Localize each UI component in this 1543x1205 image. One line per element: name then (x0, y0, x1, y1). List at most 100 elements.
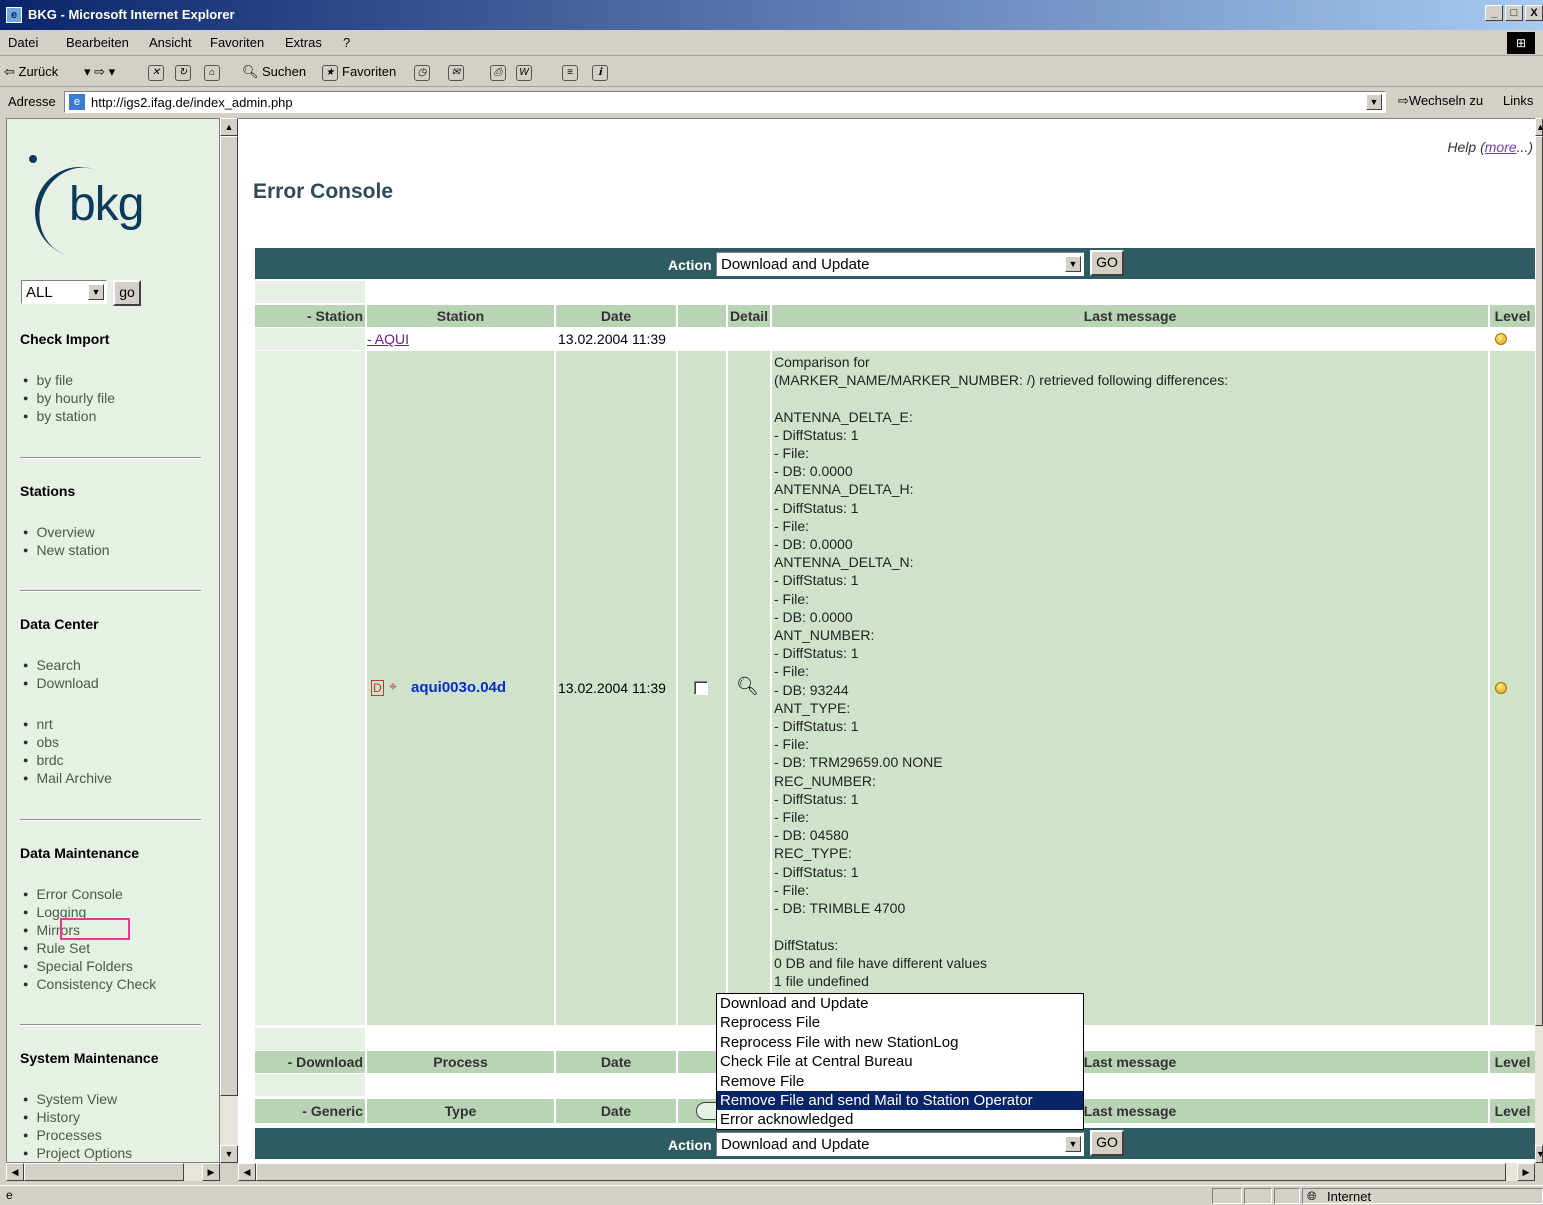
menu-extras[interactable]: Extras (285, 35, 322, 50)
option-reprocess-file[interactable]: Reprocess File (717, 1013, 1083, 1032)
address-dropdown-icon[interactable]: ▼ (1366, 94, 1382, 110)
chevron-down-icon[interactable]: ▼ (88, 284, 104, 300)
go-to-button[interactable]: ⇨Wechseln zu (1398, 93, 1483, 109)
action-select[interactable]: Download and Update ▼ (716, 252, 1084, 276)
history-icon[interactable]: ◷ (414, 64, 430, 81)
project-filter-select[interactable]: ALL ▼ (21, 280, 107, 304)
back-dropdown-icon[interactable]: ▾ ⇨ ▾ (84, 64, 115, 80)
stop-icon[interactable]: ✕ (148, 64, 164, 81)
scroll-left-icon[interactable]: ◀ (6, 1163, 24, 1181)
mail-icon[interactable]: ✉ (448, 64, 464, 81)
nav-item-obs[interactable]: obs (36, 733, 112, 751)
print-icon[interactable]: ⎙ (490, 64, 506, 81)
close-button[interactable]: X (1525, 5, 1543, 21)
address-input[interactable]: e http://igs2.ifag.de/index_admin.php ▼ (64, 91, 1386, 113)
nav-scrollbar[interactable]: ▲ ▼ (220, 118, 238, 1163)
scroll-down-icon[interactable]: ▼ (1535, 1145, 1543, 1163)
scroll-down-icon[interactable]: ▼ (220, 1145, 238, 1163)
option-download-and-update[interactable]: Download and Update (717, 994, 1083, 1013)
nav-item-history[interactable]: History (36, 1108, 132, 1126)
favorites-icon[interactable]: ★ (322, 64, 338, 81)
nav-item-consistency-check[interactable]: Consistency Check (36, 975, 156, 993)
station-link-aqui[interactable]: - AQUI (367, 331, 409, 347)
windows-logo-icon: ⊞ (1507, 32, 1535, 54)
col-station-group[interactable]: - Station (255, 305, 365, 327)
menu-datei[interactable]: Datei (8, 35, 38, 50)
address-url: http://igs2.ifag.de/index_admin.php (91, 95, 293, 110)
main-scroll-thumb[interactable] (1535, 136, 1543, 1026)
minimize-button[interactable]: _ (1485, 5, 1503, 21)
search-icon[interactable]: 🔍︎ (242, 64, 259, 80)
nav-item-system-view[interactable]: System View (36, 1090, 132, 1108)
col-process: Process (367, 1051, 554, 1073)
project-filter-value: ALL (26, 284, 53, 301)
nav-item-brdc[interactable]: brdc (36, 751, 112, 769)
help-text: Help (more...) (1447, 139, 1533, 155)
nav-item-error-console[interactable]: Error Console (36, 885, 156, 903)
search-button[interactable]: Suchen (262, 64, 306, 79)
option-remove-file[interactable]: Remove File (717, 1072, 1083, 1091)
favorites-button[interactable]: Favoriten (342, 64, 396, 79)
main-scrollbar[interactable]: ▲ ▼ (1535, 118, 1543, 1163)
nav-heading-check-import: Check Import (20, 331, 110, 347)
chevron-down-icon[interactable]: ▼ (1065, 1136, 1081, 1152)
scroll-right-icon[interactable]: ▶ (202, 1163, 220, 1181)
nav-item-processes[interactable]: Processes (36, 1126, 132, 1144)
home-icon[interactable]: ⌂ (204, 64, 220, 81)
menu-help[interactable]: ? (343, 35, 350, 50)
scroll-up-icon[interactable]: ▲ (1535, 118, 1543, 136)
back-button[interactable]: ⇦ Zurück (4, 64, 58, 80)
links-button[interactable]: Links (1503, 93, 1533, 108)
messenger-icon[interactable]: ℹ (592, 64, 608, 81)
option-error-acknowledged[interactable]: Error acknowledged (717, 1110, 1083, 1129)
nav-item-search[interactable]: Search (36, 656, 99, 674)
scroll-left-icon[interactable]: ◀ (238, 1163, 256, 1181)
option-remove-file-send-mail[interactable]: Remove File and send Mail to Station Ope… (717, 1090, 1083, 1111)
scroll-up-icon[interactable]: ▲ (220, 118, 238, 136)
chevron-down-icon[interactable]: ▼ (1065, 256, 1081, 272)
action-go-button[interactable]: GO (1090, 1130, 1124, 1156)
row-select-checkbox[interactable] (694, 681, 708, 695)
divider (20, 1024, 201, 1026)
col-download-group[interactable]: - Download (255, 1051, 365, 1073)
filter-go-button[interactable]: go (113, 280, 141, 306)
col-last-message: Last message (772, 305, 1488, 327)
divider (20, 590, 201, 592)
divider (20, 819, 201, 821)
action-select-value: Download and Update (721, 256, 870, 273)
main-hscrollbar[interactable]: ◀ ▶ (238, 1163, 1535, 1181)
nav-item-by-file[interactable]: by file (36, 371, 115, 389)
menu-favoriten[interactable]: Favoriten (210, 35, 264, 50)
nav-item-by-hourly-file[interactable]: by hourly file (36, 389, 115, 407)
nav-item-rule-set[interactable]: Rule Set (36, 939, 156, 957)
scroll-right-icon[interactable]: ▶ (1517, 1163, 1535, 1181)
nav-item-download[interactable]: Download (36, 674, 98, 692)
action-go-button[interactable]: GO (1090, 250, 1124, 276)
discuss-icon[interactable]: ≡ (562, 64, 578, 81)
refresh-icon[interactable]: ↻ (175, 64, 191, 81)
nav-hscrollbar[interactable]: ◀ ▶ (6, 1163, 220, 1181)
nav-item-mail-archive[interactable]: Mail Archive (36, 769, 111, 787)
file-name-link[interactable]: aqui003o.04d (411, 679, 506, 696)
option-reprocess-file-new-stationlog[interactable]: Reprocess File with new StationLog (717, 1033, 1083, 1052)
col-station: Station (367, 305, 554, 327)
col-generic-group[interactable]: - Generic (255, 1099, 365, 1123)
main-hscroll-thumb[interactable] (256, 1163, 1506, 1181)
action-select-bottom[interactable]: Download and Update ▼ (716, 1132, 1084, 1156)
nav-item-special-folders[interactable]: Special Folders (36, 957, 156, 975)
nav-item-by-station[interactable]: by station (36, 407, 115, 425)
nav-item-new-station[interactable]: New station (36, 541, 109, 559)
magnifier-icon[interactable]: 🔍︎ (736, 676, 759, 697)
maximize-button[interactable]: □ (1505, 5, 1523, 21)
help-more-link[interactable]: more (1485, 139, 1517, 155)
nav-item-project-options[interactable]: Project Options (36, 1144, 132, 1162)
option-check-file-central-bureau[interactable]: Check File at Central Bureau (717, 1052, 1083, 1071)
edit-icon[interactable]: W (516, 64, 532, 81)
menu-bearbeiten[interactable]: Bearbeiten (66, 35, 129, 50)
nav-item-nrt[interactable]: nrt (36, 715, 112, 733)
nav-scroll-thumb[interactable] (220, 136, 238, 1096)
action-dropdown-list[interactable]: Download and Update Reprocess File Repro… (716, 993, 1084, 1130)
nav-item-overview[interactable]: Overview (36, 523, 110, 541)
menu-ansicht[interactable]: Ansicht (149, 35, 192, 50)
file-date: 13.02.2004 11:39 (558, 680, 666, 696)
